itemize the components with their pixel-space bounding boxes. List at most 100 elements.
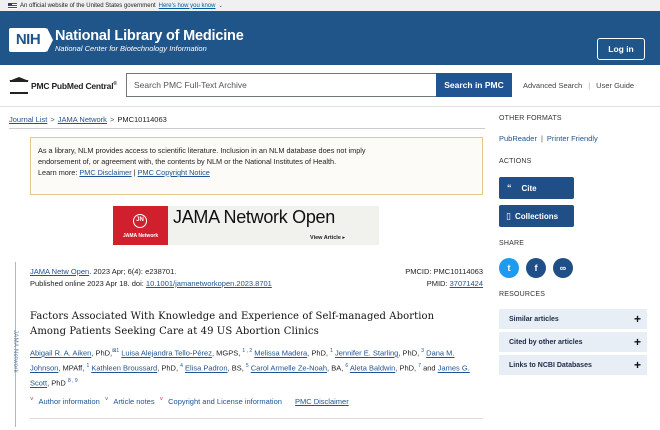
search-button[interactable]: Search in PMC [436, 73, 512, 97]
breadcrumb-journal-list[interactable]: Journal List [9, 115, 47, 124]
resources-heading: RESOURCES [499, 291, 546, 298]
resource-label: Links to NCBI Databases [509, 361, 592, 369]
collections-label: Collections [514, 211, 559, 221]
author-degree: , PhD, [307, 348, 331, 358]
pmc-copyright-link[interactable]: PMC Copyright Notice [138, 168, 210, 177]
facebook-icon[interactable]: f [526, 258, 546, 278]
cite-label: Cite [521, 183, 537, 193]
author-information-link[interactable]: Author information [39, 397, 100, 406]
doi-link[interactable]: 10.1001/jamanetworkopen.2023.8701 [146, 279, 272, 288]
us-flag-icon [8, 2, 17, 9]
link-icon[interactable]: ∞ [553, 258, 573, 278]
author-degree: , PhD, [91, 348, 113, 358]
author-name[interactable]: Abigail R. A. Aiken [30, 349, 91, 358]
format-links: PubReader | Printer Friendly [499, 134, 598, 143]
author-name[interactable]: Elisa Padron [185, 364, 228, 373]
printer-friendly-link[interactable]: Printer Friendly [547, 134, 598, 143]
article-citation: JAMA Netw Open. 2023 Apr; 6(4): e238701.… [30, 266, 483, 290]
gov-banner-text: An official website of the United States… [20, 2, 156, 9]
author-affiliation-ref[interactable]: 1 [86, 363, 89, 369]
chevron-down-icon[interactable]: ⌄ [218, 3, 222, 9]
resource-label: Similar articles [509, 315, 559, 323]
pmcid: PMCID: PMC10114063 [405, 267, 483, 276]
author-affiliation-ref[interactable]: 5 [246, 363, 249, 369]
pubreader-link[interactable]: PubReader [499, 134, 537, 143]
pmc-disclaimer-link[interactable]: PMC Disclaimer [295, 397, 349, 406]
author-affiliation-ref[interactable]: 4 [180, 363, 183, 369]
nih-header: NIH National Library of Medicine Nationa… [0, 11, 660, 65]
pmc-disclaimer-link[interactable]: PMC Disclaimer [79, 168, 131, 177]
journal-link[interactable]: JAMA Netw Open [30, 267, 89, 276]
view-article-link[interactable]: View Article ▸ [310, 235, 345, 241]
author-name[interactable]: Aleta Baldwin [350, 364, 395, 373]
author-degree: , BA, [327, 363, 346, 373]
actions-heading: ACTIONS [499, 158, 532, 165]
resource-cited-by[interactable]: Cited by other articles + [499, 332, 647, 352]
nih-logo[interactable]: NIH [9, 28, 53, 52]
plus-icon: + [633, 335, 641, 349]
share-icons: t f ∞ [499, 258, 573, 278]
user-guide-link[interactable]: User Guide [596, 81, 634, 90]
author-name[interactable]: Melissa Madera [254, 349, 307, 358]
gov-banner-link[interactable]: Here's how you know [159, 3, 216, 9]
author-degree: , PhD, [398, 348, 422, 358]
copyright-license-link[interactable]: Copyright and License information [168, 397, 282, 406]
author-affiliation-ref[interactable]: 8 , 9 [68, 378, 78, 384]
author-name[interactable]: Carol Armelle Ze-Noah [251, 364, 327, 373]
quote-icon: “ [507, 183, 512, 193]
citation-line: JAMA Netw Open. 2023 Apr; 6(4): e238701. [30, 267, 177, 276]
author-name[interactable]: Kathleen Broussard [91, 364, 157, 373]
pmc-building-icon [9, 77, 29, 94]
collections-button[interactable]: ▯ Collections [499, 205, 574, 227]
author-degree: , MPAff, [58, 363, 87, 373]
breadcrumb-current: PMC10114063 [117, 115, 167, 124]
other-formats-heading: OTHER FORMATS [499, 115, 562, 122]
breadcrumb-jama-network[interactable]: JAMA Network [58, 115, 107, 124]
pmid: PMID: 37071424 [426, 279, 483, 288]
nlm-title[interactable]: National Library of Medicine [55, 28, 244, 44]
author-name[interactable]: Luisa Alejandra Tello-Pérez [121, 349, 212, 358]
author-name[interactable]: Jennifer E. Starling [335, 349, 398, 358]
notice-line: As a library, NLM provides access to sci… [38, 146, 366, 155]
chevron-down-icon: ˅ [159, 397, 164, 403]
search-bar-row: PMC PubMed Central® Search in PMC Advanc… [0, 65, 660, 107]
search-links: Advanced Search | User Guide [523, 81, 634, 90]
jama-network-brand-text: JAMA Network [123, 233, 159, 239]
pmc-logo-text: PMC PubMed Central® [31, 80, 117, 91]
advanced-search-link[interactable]: Advanced Search [523, 81, 582, 90]
author-degree: , PhD, [395, 363, 419, 373]
plus-icon: + [633, 358, 641, 372]
resource-label: Cited by other articles [509, 338, 583, 346]
search-input[interactable] [126, 73, 436, 97]
separator: | [540, 134, 543, 143]
pmid-link[interactable]: 37071424 [450, 279, 483, 288]
nlm-disclaimer-notice: As a library, NLM provides access to sci… [30, 137, 483, 195]
author-affiliation-ref[interactable]: 6 [345, 363, 348, 369]
article-title: Factors Associated With Knowledge and Ex… [30, 311, 435, 337]
pmc-logo[interactable]: PMC PubMed Central® [9, 77, 117, 94]
author-affiliation-ref[interactable]: 3 [421, 348, 424, 354]
resource-similar-articles[interactable]: Similar articles + [499, 309, 647, 329]
breadcrumb-separator: > [109, 115, 115, 124]
nlm-subtitle: National Center for Biotechnology Inform… [55, 44, 207, 53]
separator: | [588, 81, 591, 90]
notice-learn-more: Learn more: PMC Disclaimer | PMC Copyrig… [38, 168, 210, 177]
author-degree: , BS, [227, 363, 246, 373]
journal-banner[interactable]: JN JAMA Network JAMA Network Open View A… [113, 206, 379, 245]
twitter-icon[interactable]: t [499, 258, 519, 278]
published-line: Published online 2023 Apr 18. doi: 10.10… [30, 279, 272, 288]
chevron-down-icon: ˅ [104, 397, 109, 403]
author-affiliation-ref[interactable]: 1 [330, 348, 333, 354]
author-list: Abigail R. A. Aiken, PhD,⊠1 Luisa Alejan… [30, 345, 482, 390]
author-affiliation-ref[interactable]: ⊠1 [112, 348, 119, 354]
cite-button[interactable]: “ Cite [499, 177, 574, 199]
resource-ncbi-links[interactable]: Links to NCBI Databases + [499, 355, 647, 375]
login-button[interactable]: Log in [597, 38, 645, 60]
article-notes-link[interactable]: Article notes [113, 397, 154, 406]
gov-banner: An official website of the United States… [0, 0, 660, 11]
divider [30, 418, 483, 419]
bookmark-icon: ▯ [506, 210, 511, 221]
author-affiliation-ref[interactable]: 1 , 2 [242, 348, 252, 354]
author-and: and [421, 363, 438, 373]
jama-network-icon: JN [133, 214, 147, 228]
